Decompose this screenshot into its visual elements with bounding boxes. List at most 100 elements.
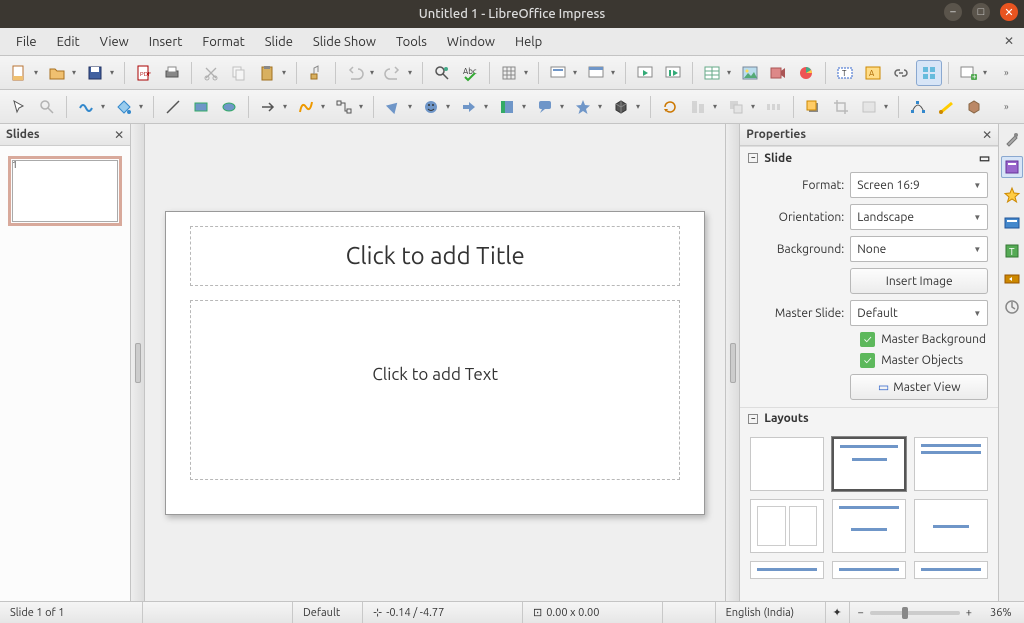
window-maximize-button[interactable]: □ [972, 3, 990, 21]
properties-tab-icon[interactable] [1001, 156, 1023, 178]
new-dropdown[interactable]: ▾ [34, 68, 42, 77]
filter-tool[interactable] [856, 94, 882, 120]
zoom-value[interactable]: 36% [980, 602, 1024, 623]
redo-button[interactable] [380, 60, 406, 86]
connector-tool[interactable] [331, 94, 357, 120]
layout-variant-7[interactable] [750, 561, 824, 579]
fill-color-button[interactable] [111, 94, 137, 120]
menu-file[interactable]: File [6, 31, 47, 53]
toolbar2-overflow[interactable]: » [1004, 101, 1018, 112]
menu-insert[interactable]: Insert [139, 31, 193, 53]
master-objects-checkbox[interactable]: ✓Master Objects [740, 350, 998, 371]
paste-dropdown[interactable]: ▾ [282, 68, 290, 77]
clone-format-button[interactable] [303, 60, 329, 86]
gluepoints-tool[interactable] [933, 94, 959, 120]
layout-variant-9[interactable] [914, 561, 988, 579]
layout-centered[interactable] [832, 499, 906, 553]
master-view-button[interactable]: ▭Master View [850, 374, 988, 400]
zoom-slider[interactable]: −+ [850, 607, 980, 619]
slide-thumbnail-1[interactable]: 1 [8, 156, 122, 226]
flowchart-tool[interactable] [494, 94, 520, 120]
slide-panel-close[interactable]: ✕ [114, 128, 124, 142]
properties-close[interactable]: ✕ [982, 128, 992, 142]
arrange-tool[interactable] [723, 94, 749, 120]
find-replace-button[interactable] [429, 60, 455, 86]
more-options-icon[interactable]: ▭ [979, 151, 990, 165]
layout-2content[interactable] [914, 499, 988, 553]
menu-help[interactable]: Help [505, 31, 552, 53]
fit-page-button[interactable]: ✦ [826, 602, 850, 623]
callout-tool[interactable] [532, 94, 558, 120]
cut-button[interactable] [198, 60, 224, 86]
select-tool[interactable] [6, 94, 32, 120]
insert-chart-button[interactable] [793, 60, 819, 86]
insert-textbox-button[interactable]: T [832, 60, 858, 86]
distribute-tool[interactable] [761, 94, 787, 120]
left-pane-splitter[interactable] [131, 124, 145, 601]
layout-title-2content[interactable] [914, 437, 988, 491]
copy-button[interactable] [226, 60, 252, 86]
menu-slide-show[interactable]: Slide Show [303, 31, 386, 53]
stars-tool[interactable] [570, 94, 596, 120]
paste-button[interactable] [254, 60, 280, 86]
menu-slide[interactable]: Slide [255, 31, 303, 53]
curve-tool[interactable] [293, 94, 319, 120]
ellipse-tool[interactable] [216, 94, 242, 120]
insert-av-button[interactable] [765, 60, 791, 86]
insert-image-button[interactable] [737, 60, 763, 86]
master-background-checkbox[interactable]: ✓Master Background [740, 329, 998, 350]
save-dropdown[interactable]: ▾ [110, 68, 118, 77]
layout-variant-8[interactable] [832, 561, 906, 579]
start-beginning-button[interactable] [632, 60, 658, 86]
extrusion-tool[interactable] [961, 94, 987, 120]
new-slide-button[interactable]: + [955, 60, 981, 86]
insert-image-button[interactable]: Insert Image [850, 268, 988, 294]
layout-title-only[interactable] [750, 499, 824, 553]
layout-blank[interactable] [750, 437, 824, 491]
menu-format[interactable]: Format [192, 31, 254, 53]
window-minimize-button[interactable]: – [944, 3, 962, 21]
rotate-tool[interactable] [657, 94, 683, 120]
basic-shapes-tool[interactable] [380, 94, 406, 120]
layout-title-content[interactable] [832, 437, 906, 491]
styles-tab-icon[interactable] [1001, 184, 1023, 206]
start-current-button[interactable] [660, 60, 686, 86]
sidebar-settings-icon[interactable] [1001, 128, 1023, 150]
orientation-select[interactable]: Landscape▼ [850, 204, 988, 230]
title-placeholder[interactable]: Click to add Title [190, 226, 680, 286]
master-slide-button[interactable] [583, 60, 609, 86]
block-arrows-tool[interactable] [456, 94, 482, 120]
open-button[interactable] [44, 60, 70, 86]
menu-window[interactable]: Window [437, 31, 505, 53]
align-tool[interactable] [685, 94, 711, 120]
toolbar-overflow[interactable]: » [1004, 67, 1018, 78]
zoom-tool[interactable] [34, 94, 60, 120]
slide-section-header[interactable]: −Slide ▭ [740, 146, 998, 169]
print-button[interactable] [159, 60, 185, 86]
layouts-section-header[interactable]: −Layouts [740, 407, 998, 429]
gallery-tab-icon[interactable] [1001, 212, 1023, 234]
line-tool[interactable] [160, 94, 186, 120]
right-pane-splitter[interactable] [725, 124, 739, 601]
rectangle-tool[interactable] [188, 94, 214, 120]
status-mode[interactable]: Default [293, 602, 363, 623]
format-select[interactable]: Screen 16:9▼ [850, 172, 988, 198]
window-close-button[interactable]: ✕ [1000, 3, 1018, 21]
menu-tools[interactable]: Tools [386, 31, 437, 53]
transition-tab-icon[interactable] [1001, 268, 1023, 290]
new-button[interactable] [6, 60, 32, 86]
insert-fontwork-button[interactable]: A [860, 60, 886, 86]
grid-button[interactable] [496, 60, 522, 86]
export-pdf-button[interactable]: PDF [131, 60, 157, 86]
background-select[interactable]: None▼ [850, 236, 988, 262]
show-draw-functions-button[interactable] [916, 60, 942, 86]
insert-table-button[interactable] [699, 60, 725, 86]
open-dropdown[interactable]: ▾ [72, 68, 80, 77]
animation-tab-icon[interactable] [1001, 296, 1023, 318]
menu-edit[interactable]: Edit [47, 31, 90, 53]
line-color-button[interactable] [73, 94, 99, 120]
crop-tool[interactable] [828, 94, 854, 120]
close-document-button[interactable]: ✕ [1000, 32, 1018, 50]
points-tool[interactable] [905, 94, 931, 120]
menu-view[interactable]: View [90, 31, 139, 53]
